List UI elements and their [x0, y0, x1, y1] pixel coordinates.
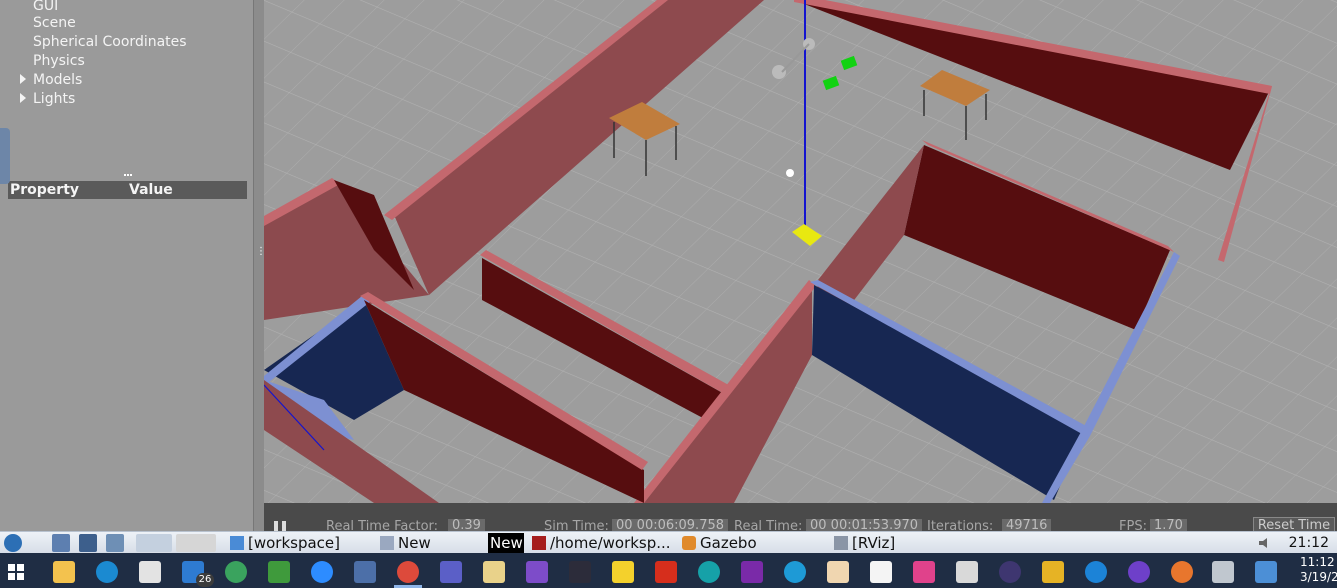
atom-icon[interactable] — [225, 561, 247, 583]
task-home-workspace[interactable]: /home/worksp... — [530, 533, 692, 553]
github-icon[interactable] — [1128, 561, 1150, 583]
property-column-header[interactable]: Property — [10, 181, 79, 199]
calculator-icon[interactable] — [1212, 561, 1234, 583]
tree-item-scene[interactable]: Scene — [33, 14, 76, 32]
cloud-app-icon[interactable] — [1085, 561, 1107, 583]
start-menu-icon[interactable] — [4, 534, 22, 552]
tree-item-models[interactable]: Models — [33, 71, 82, 89]
onenote-icon[interactable] — [741, 561, 763, 583]
file-explorer-icon[interactable] — [53, 561, 75, 583]
skype-icon[interactable] — [784, 561, 806, 583]
windows-taskbar: 26 11:12 P 3/19/2 — [0, 553, 1337, 588]
task-rviz[interactable]: [RViz] — [832, 533, 992, 553]
rviz-icon — [834, 536, 848, 550]
gazebo-icon — [682, 536, 696, 550]
simulation-toolbar: Real Time Factor: 0.39 Sim Time: 00 00:0… — [264, 503, 1337, 535]
app-multicolor-icon[interactable] — [1042, 561, 1064, 583]
property-table-header: Property Value — [8, 181, 247, 199]
folder-icon — [230, 536, 244, 550]
tree-item-spherical-coordinates[interactable]: Spherical Coordinates — [33, 33, 187, 51]
document-icon[interactable] — [870, 561, 892, 583]
mail-badge: 26 — [196, 573, 214, 587]
world-panel: GUI Scene Spherical Coordinates Physics … — [0, 0, 253, 531]
splitter-handle[interactable] — [124, 174, 132, 180]
expand-arrow-icon[interactable] — [20, 74, 26, 84]
task-new-terminal[interactable]: New — [488, 533, 524, 553]
notes-icon[interactable] — [268, 561, 290, 583]
editor-icon — [380, 536, 394, 550]
folder-icon[interactable] — [483, 561, 505, 583]
network-connect-icon[interactable] — [354, 561, 376, 583]
notepad-icon[interactable] — [1255, 561, 1277, 583]
printer-icon[interactable] — [956, 561, 978, 583]
arduino-icon[interactable] — [698, 561, 720, 583]
desktop-slot[interactable] — [176, 534, 216, 552]
sticky-notes-icon[interactable] — [612, 561, 634, 583]
window-icon[interactable] — [106, 534, 124, 552]
package-icon[interactable] — [136, 534, 172, 552]
clock-time: 11:12 P — [1300, 555, 1337, 569]
expand-arrow-icon[interactable] — [20, 93, 26, 103]
eclipse-icon[interactable] — [999, 561, 1021, 583]
panel-collapse-tab[interactable] — [0, 128, 10, 184]
linux-panel: [workspace] New New /home/worksp... Gaze… — [0, 531, 1337, 554]
terminal-icon — [532, 536, 546, 550]
edge-icon[interactable] — [96, 561, 118, 583]
tree-item-lights[interactable]: Lights — [33, 90, 75, 108]
atom-dark-icon[interactable] — [569, 561, 591, 583]
file-manager-icon[interactable] — [52, 534, 70, 552]
visual-studio-icon[interactable] — [526, 561, 548, 583]
task-workspace[interactable]: [workspace] — [228, 533, 388, 553]
tree-item-gui[interactable]: GUI — [33, 0, 58, 15]
value-column-header[interactable]: Value — [129, 181, 173, 199]
volume-icon[interactable] — [1258, 536, 1272, 550]
paint-icon[interactable] — [827, 561, 849, 583]
teams-icon[interactable] — [440, 561, 462, 583]
panel-clock[interactable]: 21:12 — [1289, 533, 1329, 553]
browser-icon[interactable] — [1171, 561, 1193, 583]
tree-item-physics[interactable]: Physics — [33, 52, 85, 70]
windows-start-icon[interactable] — [8, 564, 24, 580]
zoom-icon[interactable] — [311, 561, 333, 583]
task-new-editor[interactable]: New — [378, 533, 502, 553]
app-pink-icon[interactable] — [913, 561, 935, 583]
filezilla-icon[interactable] — [655, 561, 677, 583]
store-icon[interactable] — [139, 561, 161, 583]
divider-grip-icon[interactable]: ⋮ — [256, 247, 266, 262]
system-clock[interactable]: 11:12 P 3/19/2 — [1300, 555, 1337, 585]
network-icon[interactable] — [79, 534, 97, 552]
scene-render — [264, 0, 1337, 503]
task-gazebo[interactable]: Gazebo — [680, 533, 840, 553]
clock-date: 3/19/2 — [1300, 570, 1337, 584]
chrome-icon[interactable] — [397, 561, 419, 583]
scene-viewport[interactable] — [264, 0, 1337, 503]
